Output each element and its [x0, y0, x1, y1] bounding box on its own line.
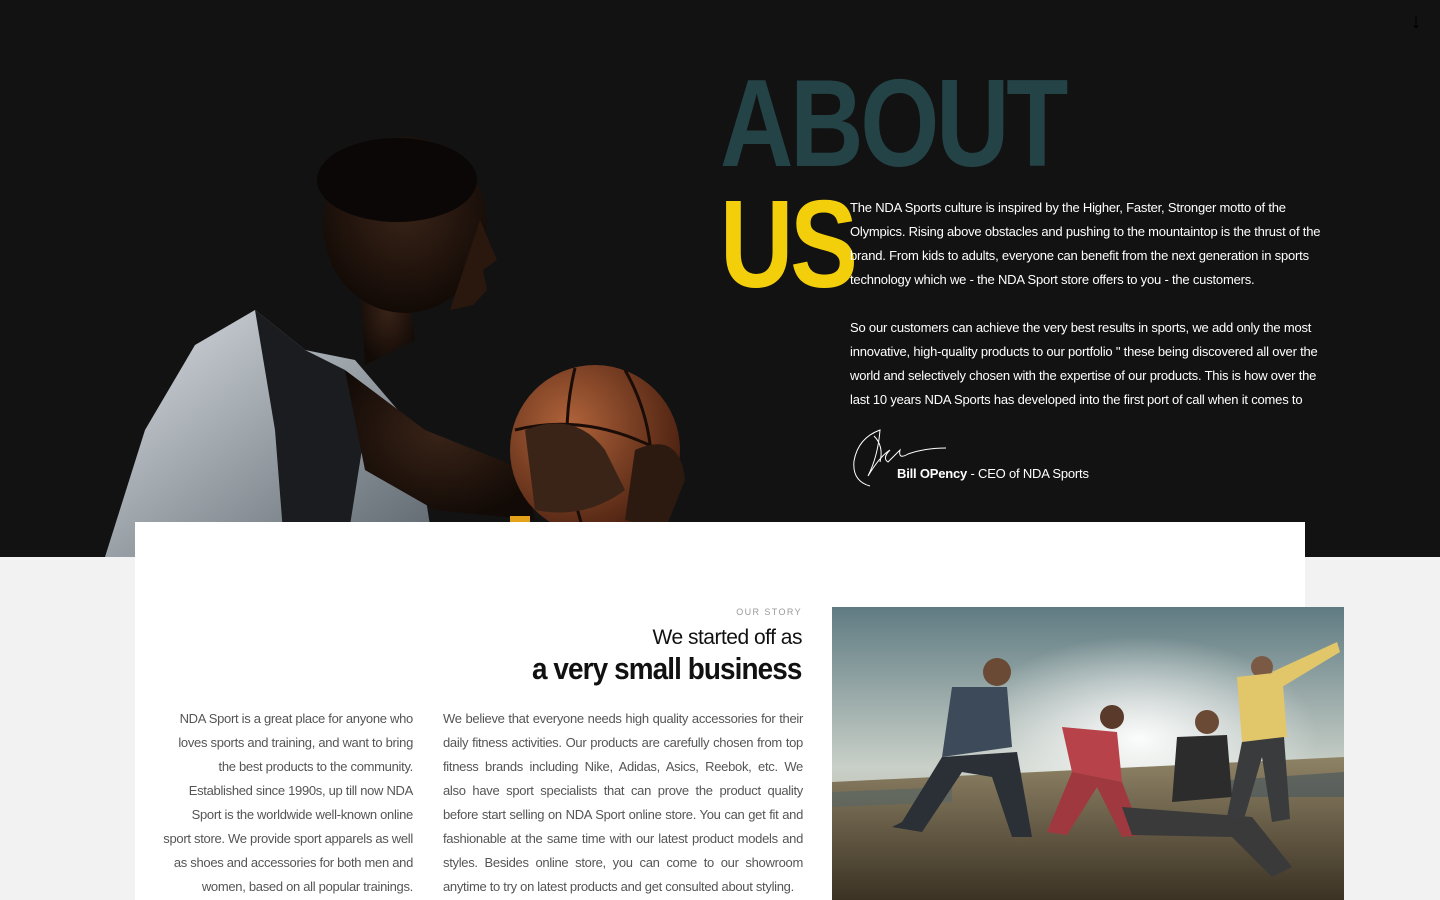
signature-caption: Bill OPency - CEO of NDA Sports	[897, 462, 1089, 486]
signer-role: - CEO of NDA Sports	[967, 466, 1089, 481]
about-hero: ↓ ABOUT US The NDA Sports culture is ins…	[0, 0, 1440, 557]
intro-paragraph-1: The NDA Sports culture is inspired by th…	[850, 200, 1321, 287]
story-text-left: NDA Sport is a great place for anyone wh…	[163, 711, 413, 894]
intro-paragraph-2: So our customers can achieve the very be…	[850, 320, 1318, 407]
basketball-player-image	[105, 137, 685, 557]
about-heading: ABOUT	[720, 55, 1068, 193]
story-heading-line1: We started off as	[652, 626, 803, 649]
story-text-right: We believe that everyone needs high qual…	[443, 711, 803, 894]
us-heading: US	[720, 176, 858, 314]
about-intro: The NDA Sports culture is inspired by th…	[850, 196, 1336, 436]
athletes-stretching-photo	[832, 607, 1344, 900]
signer-name: Bill OPency	[897, 466, 968, 481]
arrow-down-icon[interactable]: ↓	[1408, 8, 1424, 34]
story-heading-line2: a very small business	[532, 651, 802, 686]
story-eyebrow: OUR STORY	[736, 607, 802, 617]
